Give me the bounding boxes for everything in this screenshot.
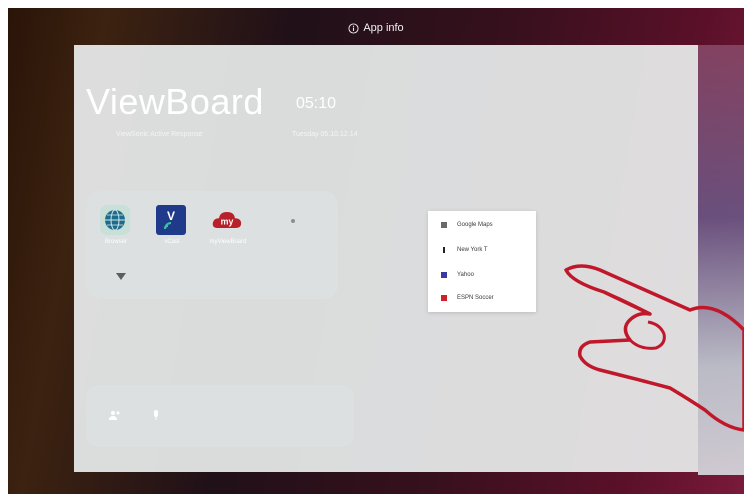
more-dot-icon[interactable] [291,219,295,223]
yahoo-icon [441,272,447,278]
card-subtitle-left: ViewSonic Active Response [116,131,203,138]
vcast-icon: V [156,205,186,235]
app-info-label: App info [363,22,404,34]
screenshot-frame: App info ViewBoard 05:10 ViewSonic Activ… [0,0,744,494]
app-context-menu: Google Maps New York T Yahoo ESPN Soccer [428,211,536,312]
menu-item-yahoo[interactable]: Yahoo [428,264,536,286]
expand-arrow-icon[interactable] [116,273,126,280]
tools-panel [86,385,354,447]
app-label: myViewBoard [209,239,247,245]
espn-icon [441,295,447,301]
svg-text:V: V [167,209,175,223]
card-subtitle-right: Tuesday 05.10.12.14 [292,131,358,138]
menu-item-label: New York T [457,247,488,253]
app-label: vCast [164,239,180,245]
app-label: Browser [104,239,127,245]
app-tile-vcast[interactable]: V vCast [156,205,190,245]
top-bar: App info [8,8,744,48]
app-tile-myviewboard[interactable]: my myViewBoard [210,205,246,245]
next-app-card[interactable] [698,45,744,475]
menu-item-espn-soccer[interactable]: ESPN Soccer [428,287,536,309]
menu-item-label: Yahoo [457,272,474,278]
nyt-icon [443,247,445,253]
app-tile-browser[interactable]: Browser [100,205,134,245]
clock: 05:10 [296,95,337,112]
menu-item-label: ESPN Soccer [457,295,494,301]
app-info-button[interactable]: App info [348,22,404,34]
info-icon [348,22,359,34]
microphone-icon[interactable] [152,409,160,421]
google-maps-icon [441,222,447,228]
myviewboard-cloud-icon: my [212,205,242,235]
people-icon[interactable] [108,409,122,421]
svg-text:my: my [221,216,234,226]
recents-screen: App info ViewBoard 05:10 ViewSonic Activ… [8,8,744,494]
menu-item-label: Google Maps [457,222,493,228]
globe-icon [100,205,130,235]
apps-panel: Browser V vCast my myViewBoard [86,191,338,299]
recent-app-card[interactable]: ViewBoard 05:10 ViewSonic Active Respons… [74,45,698,472]
page-title: ViewBoard [86,81,264,122]
menu-item-new-york-times[interactable]: New York T [428,239,536,261]
menu-item-google-maps[interactable]: Google Maps [428,214,536,236]
